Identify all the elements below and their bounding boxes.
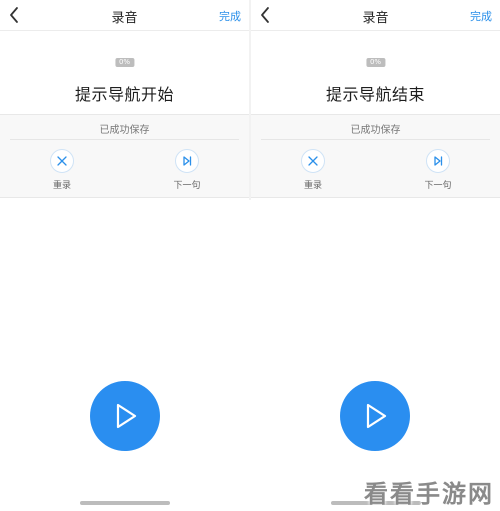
play-button[interactable] [340, 381, 410, 451]
next-sentence-button[interactable]: 下一句 [408, 149, 468, 191]
close-x-icon [301, 149, 325, 173]
status-panel: 已成功保存 重录 下一句 [251, 114, 500, 198]
status-divider [10, 139, 239, 140]
next-sentence-button[interactable]: 下一句 [157, 149, 217, 191]
rerecord-label: 重录 [52, 181, 71, 191]
recording-screen-right: 录音 完成 0% 提示导航结束 已成功保存 重录 下一句 [251, 0, 500, 511]
save-status: 已成功保存 [350, 125, 401, 136]
done-button[interactable]: 完成 [219, 8, 241, 24]
prompt-text: 提示导航开始 [74, 85, 174, 104]
rerecord-label: 重录 [303, 181, 322, 191]
rerecord-button[interactable]: 重录 [32, 149, 92, 191]
skip-next-icon [426, 149, 450, 173]
skip-next-icon [175, 149, 199, 173]
nav-bar: 录音 完成 [251, 0, 500, 31]
nav-bar: 录音 完成 [0, 0, 249, 31]
next-sentence-label: 下一句 [424, 181, 452, 191]
rerecord-button[interactable]: 重录 [283, 149, 343, 191]
status-divider [261, 139, 490, 140]
play-icon [116, 403, 137, 429]
status-panel: 已成功保存 重录 下一句 [0, 114, 249, 198]
home-indicator [80, 501, 170, 505]
play-icon [366, 403, 387, 429]
progress-tag: 0% [114, 58, 135, 67]
page-title: 录音 [111, 11, 138, 26]
site-watermark: 看看手游网 [364, 480, 494, 508]
next-sentence-label: 下一句 [173, 181, 201, 191]
prompt-text: 提示导航结束 [325, 85, 425, 104]
progress-tag: 0% [365, 58, 386, 67]
recording-screen-left: 录音 完成 0% 提示导航开始 已成功保存 重录 下一句 [0, 0, 249, 511]
play-button[interactable] [90, 381, 160, 451]
save-status: 已成功保存 [99, 125, 150, 136]
done-button[interactable]: 完成 [470, 8, 492, 24]
page-title: 录音 [362, 11, 389, 26]
close-x-icon [50, 149, 74, 173]
